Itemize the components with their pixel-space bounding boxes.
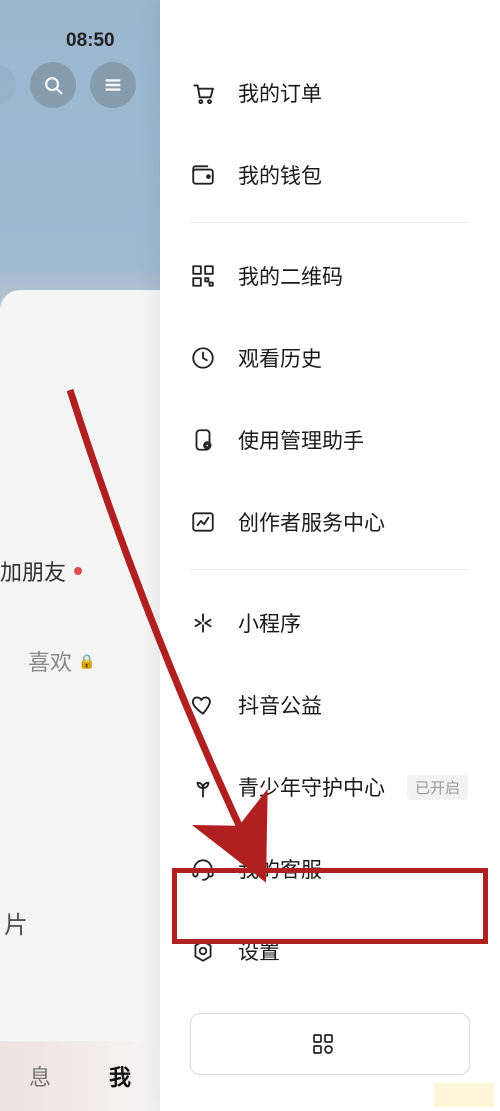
top-circle-button[interactable] (0, 65, 16, 105)
cart-icon (190, 80, 216, 106)
drawer-menu: 我的订单 我的钱包 (160, 52, 500, 216)
notification-dot-icon (74, 567, 82, 575)
status-badge: 已开启 (407, 775, 468, 800)
grid-icon (311, 1032, 335, 1056)
menu-item-miniapp[interactable]: 小程序 (190, 582, 470, 664)
menu-item-label: 我的订单 (238, 78, 322, 108)
menu-item-label: 青少年守护中心 (238, 772, 385, 802)
menu-item-usage[interactable]: 使用管理助手 (190, 399, 470, 481)
sprout-icon (190, 774, 216, 800)
menu-item-support[interactable]: 我的客服 (190, 828, 470, 910)
status-bar-time: 08:50 (66, 30, 115, 52)
qr-icon (190, 263, 216, 289)
profile-background: 08:50 加朋友 喜欢 🔒 片 息 我 (0, 0, 160, 1111)
menu-item-wallet[interactable]: 我的钱包 (190, 134, 470, 216)
menu-item-label: 使用管理助手 (238, 425, 364, 455)
add-friend-label: 加朋友 (0, 555, 66, 587)
menu-item-label: 抖音公益 (238, 690, 322, 720)
chart-icon (190, 509, 216, 535)
drawer-bottom-button[interactable] (190, 1013, 470, 1075)
menu-item-label: 我的二维码 (238, 261, 343, 291)
menu-separator (190, 222, 470, 223)
watermark (434, 1083, 494, 1107)
menu-item-label: 创作者服务中心 (238, 507, 385, 537)
tab-like-label: 喜欢 (28, 645, 72, 677)
menu-item-label: 设置 (238, 936, 280, 966)
menu-item-label: 小程序 (238, 608, 301, 638)
menu-item-label: 我的钱包 (238, 160, 322, 190)
menu-button[interactable] (90, 62, 136, 108)
add-friend-row[interactable]: 加朋友 (0, 555, 82, 587)
menu-item-history[interactable]: 观看历史 (190, 317, 470, 399)
menu-item-teen[interactable]: 青少年守护中心 已开启 (190, 746, 470, 828)
search-button[interactable] (30, 62, 76, 108)
gear-icon (190, 938, 216, 964)
menu-item-welfare[interactable]: 抖音公益 (190, 664, 470, 746)
fragment-text: 片 (4, 905, 28, 940)
phone-setting-icon (190, 427, 216, 453)
tab-messages[interactable]: 息 (29, 1060, 51, 1092)
menu-separator (190, 569, 470, 570)
heart-icon (190, 692, 216, 718)
wallet-icon (190, 162, 216, 188)
menu-item-label: 观看历史 (238, 343, 322, 373)
spark-icon (190, 610, 216, 636)
clock-icon (190, 345, 216, 371)
menu-item-orders[interactable]: 我的订单 (190, 52, 470, 134)
menu-item-qrcode[interactable]: 我的二维码 (190, 235, 470, 317)
lock-icon: 🔒 (78, 653, 95, 670)
side-drawer: 我的订单 我的钱包 我的二维码 观看历史 使用管理助手 (160, 0, 500, 1111)
menu-item-label: 我的客服 (238, 854, 322, 884)
menu-item-creator[interactable]: 创作者服务中心 (190, 481, 470, 563)
tab-like[interactable]: 喜欢 🔒 (28, 645, 95, 677)
menu-item-settings[interactable]: 设置 (190, 910, 470, 992)
headset-icon (190, 856, 216, 882)
bottom-tab-bar: 息 我 (0, 1041, 160, 1111)
tab-me[interactable]: 我 (109, 1060, 131, 1092)
